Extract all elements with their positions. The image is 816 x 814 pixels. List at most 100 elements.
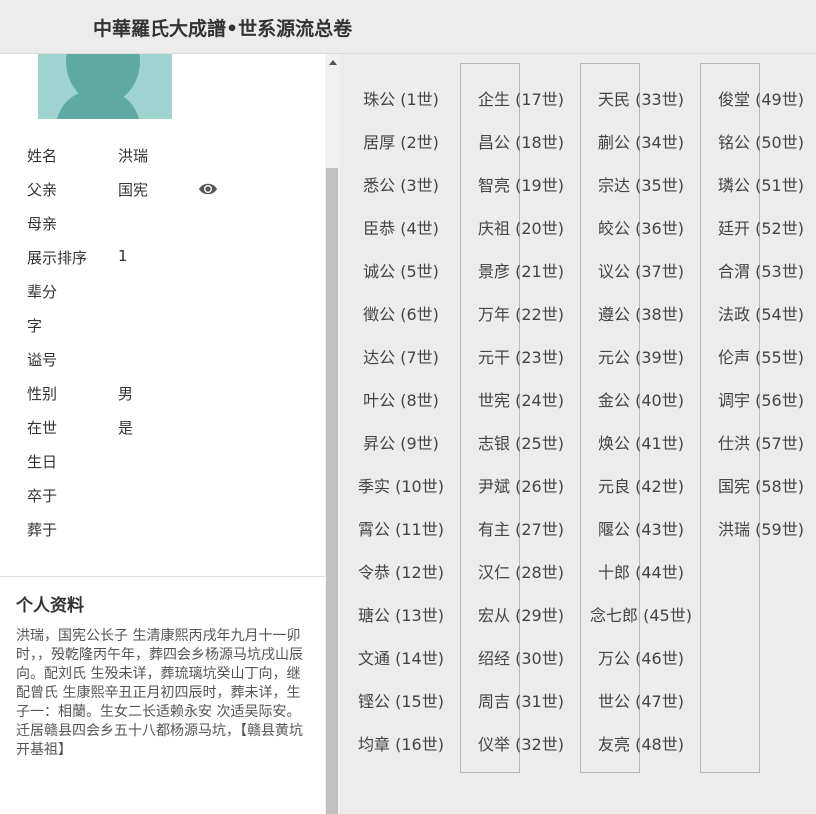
generation-link[interactable]: 万年 (22世) <box>478 301 564 325</box>
generation-link[interactable]: 铿公 (15世) <box>358 688 444 712</box>
field-label: 性别 <box>27 385 58 403</box>
generation-link[interactable]: 调宇 (56世) <box>718 387 804 411</box>
profile-row: 葬于 <box>0 513 325 543</box>
generation-link[interactable]: 皎公 (36世) <box>598 215 684 239</box>
generation-link[interactable]: 尹斌 (26世) <box>478 473 564 497</box>
generation-link[interactable]: 天民 (33世) <box>598 86 684 110</box>
generation-link[interactable]: 周吉 (31世) <box>478 688 564 712</box>
generation-link[interactable]: 霄公 (11世) <box>358 516 444 540</box>
lineage-panel: 珠公 (1世) 居厚 (2世) 悉公 (3世) 臣恭 (4世) 诚公 (5世) 徵公 (6… <box>340 54 816 814</box>
generation-link[interactable]: 瑭公 (13世) <box>358 602 444 626</box>
generation-link[interactable]: 志银 (25世) <box>478 430 564 454</box>
generation-link[interactable]: 俊堂 (49世) <box>718 86 804 110</box>
generation-link[interactable]: 有主 (27世) <box>478 516 564 540</box>
avatar <box>38 54 172 119</box>
profile-row: 字 <box>0 309 325 339</box>
generation-link[interactable]: 仕洪 (57世) <box>718 430 804 454</box>
generation-link[interactable]: 世宪 (24世) <box>478 387 564 411</box>
scrollbar[interactable] <box>325 54 340 814</box>
generation-link[interactable]: 璘公 (51世) <box>718 172 804 196</box>
generation-link[interactable]: 隁公 (43世) <box>598 516 684 540</box>
generation-link[interactable]: 徵公 (6世) <box>363 301 439 325</box>
generation-link[interactable]: 十郎 (44世) <box>598 559 684 583</box>
generation-link[interactable]: 昇公 (9世) <box>363 430 439 454</box>
generation-link[interactable]: 季实 (10世) <box>358 473 444 497</box>
profile-row: 父亲 国宪 <box>0 173 325 203</box>
generation-link[interactable]: 悉公 (3世) <box>363 172 439 196</box>
generation-link[interactable]: 洪瑞 (59世) <box>718 516 804 540</box>
eye-icon[interactable] <box>198 181 218 197</box>
header-bar: 中華羅氏大成譜•世系源流总卷 <box>0 0 816 54</box>
field-value: 是 <box>118 419 134 437</box>
generation-link[interactable]: 议公 (37世) <box>598 258 684 282</box>
generation-link[interactable]: 叶公 (8世) <box>363 387 439 411</box>
generation-link[interactable]: 绍经 (30世) <box>478 645 564 669</box>
generation-link[interactable]: 宗达 (35世) <box>598 172 684 196</box>
field-label: 父亲 <box>27 181 58 199</box>
generation-link[interactable]: 廷开 (52世) <box>718 215 804 239</box>
generation-link[interactable]: 国宪 (58世) <box>718 473 804 497</box>
section-title: 个人资料 <box>16 596 84 616</box>
profile-row: 谥号 <box>0 343 325 373</box>
generation-link[interactable]: 遵公 (38世) <box>598 301 684 325</box>
field-label: 生日 <box>27 453 58 471</box>
field-label: 母亲 <box>27 215 58 233</box>
generation-link[interactable]: 世公 (47世) <box>598 688 684 712</box>
generation-link[interactable]: 元公 (39世) <box>598 344 684 368</box>
field-label: 卒于 <box>27 487 58 505</box>
generation-link[interactable]: 念七郎 (45世) <box>590 602 692 626</box>
generation-link[interactable]: 均章 (16世) <box>358 731 444 755</box>
field-value: 男 <box>118 385 134 403</box>
generation-link[interactable]: 智亮 (19世) <box>478 172 564 196</box>
generation-link[interactable]: 庆祖 (20世) <box>478 215 564 239</box>
generation-link[interactable]: 诚公 (5世) <box>363 258 439 282</box>
generation-link[interactable]: 珠公 (1世) <box>363 86 439 110</box>
field-label: 字 <box>27 317 43 335</box>
generation-link[interactable]: 景彦 (21世) <box>478 258 564 282</box>
profile-row: 辈分 <box>0 275 325 305</box>
generation-link[interactable]: 伦声 (55世) <box>718 344 804 368</box>
generation-link[interactable]: 元良 (42世) <box>598 473 684 497</box>
field-value: 1 <box>118 247 128 265</box>
generation-link[interactable]: 宏从 (29世) <box>478 602 564 626</box>
profile-row: 姓名 洪瑞 <box>0 139 325 169</box>
generation-link[interactable]: 铭公 (50世) <box>718 129 804 153</box>
generation-link[interactable]: 昌公 (18世) <box>478 129 564 153</box>
field-label: 葬于 <box>27 521 58 539</box>
profile-row: 卒于 <box>0 479 325 509</box>
generation-link[interactable]: 文通 (14世) <box>358 645 444 669</box>
profile-row: 在世 是 <box>0 411 325 441</box>
generation-link[interactable]: 企生 (17世) <box>478 86 564 110</box>
field-value: 国宪 <box>118 181 149 199</box>
generation-link[interactable]: 合渭 (53世) <box>718 258 804 282</box>
profile-row: 性别 男 <box>0 377 325 407</box>
generation-link[interactable]: 法政 (54世) <box>718 301 804 325</box>
profile-panel: 姓名 洪瑞父亲 国宪母亲展示排序 1 辈分字谥号性别 男在世 是生日卒于葬于 个人资料 洪瑞… <box>0 54 325 814</box>
generation-link[interactable]: 蒯公 (34世) <box>598 129 684 153</box>
generation-link[interactable]: 汉仁 (28世) <box>478 559 564 583</box>
field-label: 展示排序 <box>27 249 88 267</box>
column-frame <box>700 63 760 773</box>
field-label: 辈分 <box>27 283 58 301</box>
field-value: 洪瑞 <box>118 147 149 165</box>
generation-link[interactable]: 金公 (40世) <box>598 387 684 411</box>
generation-link[interactable]: 焕公 (41世) <box>598 430 684 454</box>
generation-link[interactable]: 万公 (46世) <box>598 645 684 669</box>
generation-link[interactable]: 令恭 (12世) <box>358 559 444 583</box>
generation-link[interactable]: 臣恭 (4世) <box>363 215 439 239</box>
field-label: 姓名 <box>27 147 58 165</box>
page-title: 中華羅氏大成譜•世系源流总卷 <box>93 18 353 40</box>
generation-link[interactable]: 居厚 (2世) <box>363 129 439 153</box>
generation-link[interactable]: 仪举 (32世) <box>478 731 564 755</box>
profile-row: 母亲 <box>0 207 325 237</box>
field-label: 在世 <box>27 419 58 437</box>
biography-text: 洪瑞，国宪公长子 生清康熙丙戌年九月十一卯时，，殁乾隆丙午年，葬四会乡杨源马坑戌… <box>16 628 303 758</box>
personal-info-section: 个人资料 洪瑞，国宪公长子 生清康熙丙戌年九月十一卯时，，殁乾隆丙午年，葬四会乡… <box>0 576 325 814</box>
scroll-up-arrow-icon[interactable] <box>329 60 337 65</box>
generation-link[interactable]: 元干 (23世) <box>478 344 564 368</box>
profile-row: 生日 <box>0 445 325 475</box>
generation-link[interactable]: 达公 (7世) <box>363 344 439 368</box>
scrollbar-thumb[interactable] <box>326 168 338 814</box>
generation-link[interactable]: 友亮 (48世) <box>598 731 684 755</box>
field-label: 谥号 <box>27 351 58 369</box>
